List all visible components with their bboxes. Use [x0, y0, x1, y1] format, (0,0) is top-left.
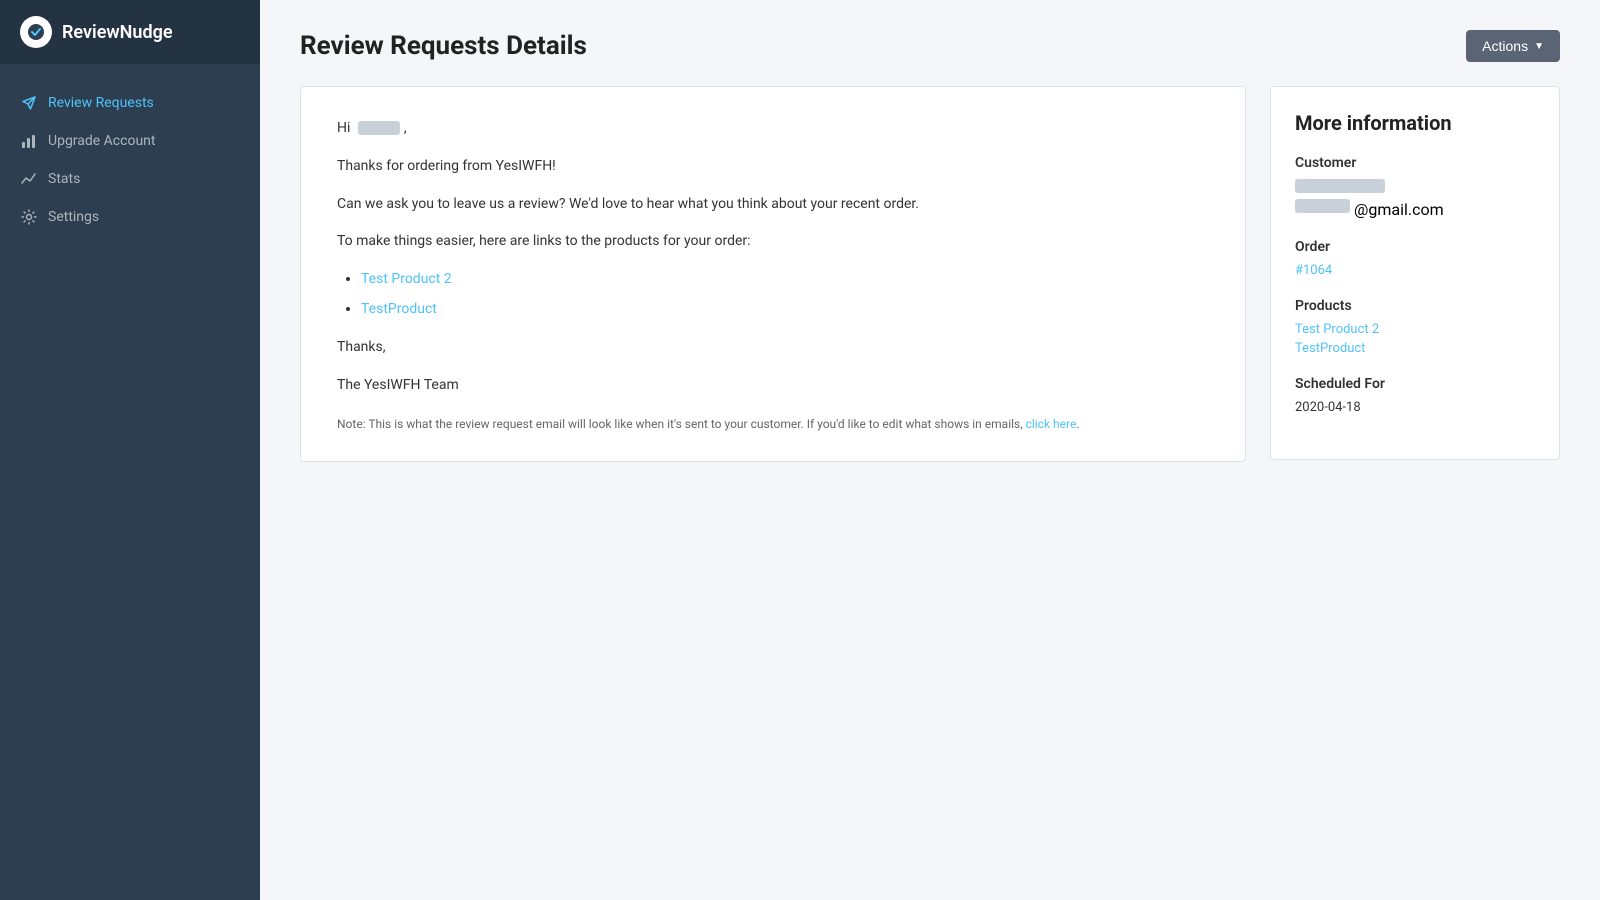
product-link-item-1: Test Product 2: [361, 268, 1209, 292]
products-label: Products: [1295, 298, 1535, 314]
scheduled-label: Scheduled For: [1295, 376, 1535, 392]
email-body: Hi , Thanks for ordering from YesIWFH! C…: [337, 117, 1209, 397]
stats-icon: [20, 170, 38, 188]
products-value: Test Product 2 TestProduct: [1295, 322, 1535, 356]
main-content: Review Requests Details Actions ▼ Hi , T…: [260, 0, 1600, 900]
scheduled-date: 2020-04-18: [1295, 400, 1361, 415]
sidebar: ReviewNudge Review Requests Upgrade Acco…: [0, 0, 260, 900]
email-paragraph1: Thanks for ordering from YesIWFH!: [337, 155, 1209, 179]
order-number-value: #1064: [1295, 263, 1535, 278]
order-label: Order: [1295, 239, 1535, 255]
info-panel: More information Customer @gmail.com Ord…: [1270, 86, 1560, 460]
product-link-2[interactable]: TestProduct: [361, 301, 437, 317]
product-link-1[interactable]: Test Product 2: [361, 271, 452, 287]
content-layout: Hi , Thanks for ordering from YesIWFH! C…: [300, 86, 1560, 462]
customer-name-row: [1295, 179, 1535, 193]
email-closing: Thanks,: [337, 336, 1209, 360]
page-title: Review Requests Details: [300, 31, 587, 61]
info-product-link-1[interactable]: Test Product 2: [1295, 322, 1535, 337]
sidebar-item-label: Settings: [48, 209, 99, 225]
logo-icon: [20, 16, 52, 48]
sidebar-item-stats[interactable]: Stats: [0, 160, 260, 198]
sidebar-nav: Review Requests Upgrade Account Stats: [0, 64, 260, 900]
sidebar-item-label: Review Requests: [48, 95, 154, 111]
customer-name-redacted: [1295, 179, 1385, 193]
email-note-link[interactable]: click here: [1026, 417, 1077, 431]
scheduled-date-value: 2020-04-18: [1295, 400, 1535, 415]
sidebar-item-review-requests[interactable]: Review Requests: [0, 84, 260, 122]
sidebar-item-settings[interactable]: Settings: [0, 198, 260, 236]
info-product-link-2[interactable]: TestProduct: [1295, 341, 1535, 356]
greeting-prefix: Hi: [337, 120, 350, 136]
order-section: Order #1064: [1295, 239, 1535, 278]
order-number-link[interactable]: #1064: [1295, 263, 1535, 278]
chevron-down-icon: ▼: [1534, 41, 1544, 52]
email-paragraph2: Can we ask you to leave us a review? We'…: [337, 193, 1209, 217]
customer-section: Customer @gmail.com: [1295, 155, 1535, 219]
email-signature: The YesIWFH Team: [337, 374, 1209, 398]
email-note: Note: This is what the review request em…: [337, 417, 1209, 431]
gear-icon: [20, 208, 38, 226]
customer-name-redacted: [358, 121, 400, 135]
products-section: Products Test Product 2 TestProduct: [1295, 298, 1535, 356]
info-panel-title: More information: [1295, 111, 1535, 135]
sidebar-item-upgrade-account[interactable]: Upgrade Account: [0, 122, 260, 160]
product-links-list: Test Product 2 TestProduct: [361, 268, 1209, 322]
email-preview-card: Hi , Thanks for ordering from YesIWFH! C…: [300, 86, 1246, 462]
greeting-suffix: ,: [404, 120, 407, 136]
sidebar-item-label: Upgrade Account: [48, 133, 155, 149]
email-note-text: Note: This is what the review request em…: [337, 417, 1023, 431]
customer-email-redacted: [1295, 199, 1350, 213]
scheduled-section: Scheduled For 2020-04-18: [1295, 376, 1535, 415]
app-name: ReviewNudge: [62, 22, 173, 43]
actions-button-label: Actions: [1482, 38, 1528, 54]
app-logo: ReviewNudge: [0, 0, 260, 64]
page-header: Review Requests Details Actions ▼: [300, 30, 1560, 62]
customer-label: Customer: [1295, 155, 1535, 171]
email-greeting: Hi ,: [337, 117, 1209, 141]
customer-email-suffix: @gmail.com: [1354, 200, 1444, 219]
product-link-item-2: TestProduct: [361, 298, 1209, 322]
customer-email-row: @gmail.com: [1295, 199, 1535, 219]
sidebar-item-label: Stats: [48, 171, 80, 187]
actions-button[interactable]: Actions ▼: [1466, 30, 1560, 62]
email-paragraph3: To make things easier, here are links to…: [337, 230, 1209, 254]
bar-chart-icon: [20, 132, 38, 150]
email-note-period: .: [1076, 417, 1079, 431]
send-icon: [20, 94, 38, 112]
